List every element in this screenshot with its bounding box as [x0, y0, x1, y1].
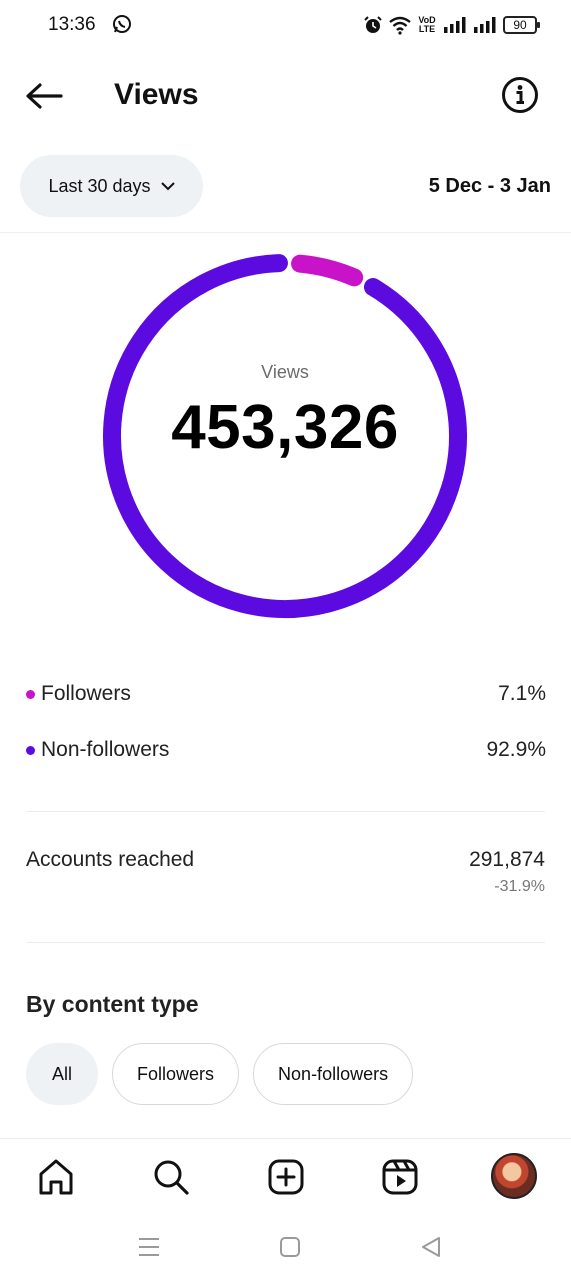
views-total: 453,326 [171, 393, 399, 462]
chip-all[interactable]: All [26, 1043, 99, 1105]
legend-row-non-followers: Non-followers 92.9% [26, 736, 546, 766]
content-type-chips: All Followers Non-followers [26, 1043, 414, 1105]
status-time: 13:36 [48, 14, 96, 35]
create-icon [268, 1159, 304, 1195]
chip-followers[interactable]: Followers [112, 1043, 240, 1105]
signal-icon-2 [474, 17, 496, 33]
date-range-dropdown-label: Last 30 days [48, 175, 151, 196]
donut-segment-followers [291, 254, 364, 287]
accounts-reached-change: -31.9% [494, 878, 545, 895]
legend-row-followers: Followers 7.1% [26, 680, 546, 710]
accounts-reached-label: Accounts reached [26, 848, 195, 871]
square-icon [280, 1237, 300, 1257]
search-icon [154, 1160, 189, 1195]
chip-non-followers[interactable]: Non-followers [253, 1043, 414, 1105]
whatsapp-icon [113, 15, 131, 33]
wifi-icon [389, 16, 411, 35]
status-bar: 13:36 VoD LTE 90 [0, 0, 571, 52]
back-arrow-icon [26, 83, 63, 109]
profile-avatar [491, 1153, 537, 1199]
menu-icon [139, 1238, 159, 1256]
donut-caption: Views [261, 362, 309, 382]
system-nav-bar [0, 1220, 571, 1280]
legend-label: Followers [41, 682, 131, 705]
triangle-back-icon [422, 1237, 440, 1257]
volte-indicator: VoD LTE [418, 15, 436, 34]
home-system-button[interactable] [277, 1234, 303, 1260]
header: Views [0, 60, 571, 132]
nav-search[interactable] [149, 1155, 193, 1199]
info-icon[interactable] [501, 76, 539, 114]
page-title: Views [114, 78, 199, 111]
home-icon [39, 1159, 73, 1195]
accounts-reached-value: 291,874 [469, 848, 545, 871]
reels-icon [382, 1159, 418, 1195]
section-title: By content type [26, 991, 199, 1017]
battery-icon: 90 [503, 16, 540, 34]
divider [26, 942, 545, 943]
divider [0, 232, 571, 233]
back-button[interactable] [22, 76, 66, 116]
legend-label: Non-followers [41, 738, 170, 761]
legend-value: 92.9% [486, 738, 546, 761]
nav-create[interactable] [264, 1155, 308, 1199]
date-range-dropdown[interactable]: Last 30 days [20, 155, 203, 217]
nav-home[interactable] [34, 1155, 78, 1199]
followers-dot [26, 690, 35, 699]
chevron-down-icon [160, 181, 175, 190]
date-range-text: 5 Dec - 3 Jan [428, 175, 551, 197]
nav-reels[interactable] [378, 1155, 422, 1199]
divider [26, 811, 545, 812]
status-icons: VoD LTE 90 [363, 14, 540, 36]
bottom-nav [0, 1138, 571, 1214]
recent-apps-button[interactable] [136, 1234, 162, 1260]
nav-profile[interactable] [490, 1152, 538, 1200]
alarm-icon [364, 16, 382, 33]
non-followers-dot [26, 746, 35, 755]
legend-value: 7.1% [498, 682, 546, 705]
back-system-button[interactable] [418, 1234, 444, 1260]
signal-icon [444, 17, 466, 33]
